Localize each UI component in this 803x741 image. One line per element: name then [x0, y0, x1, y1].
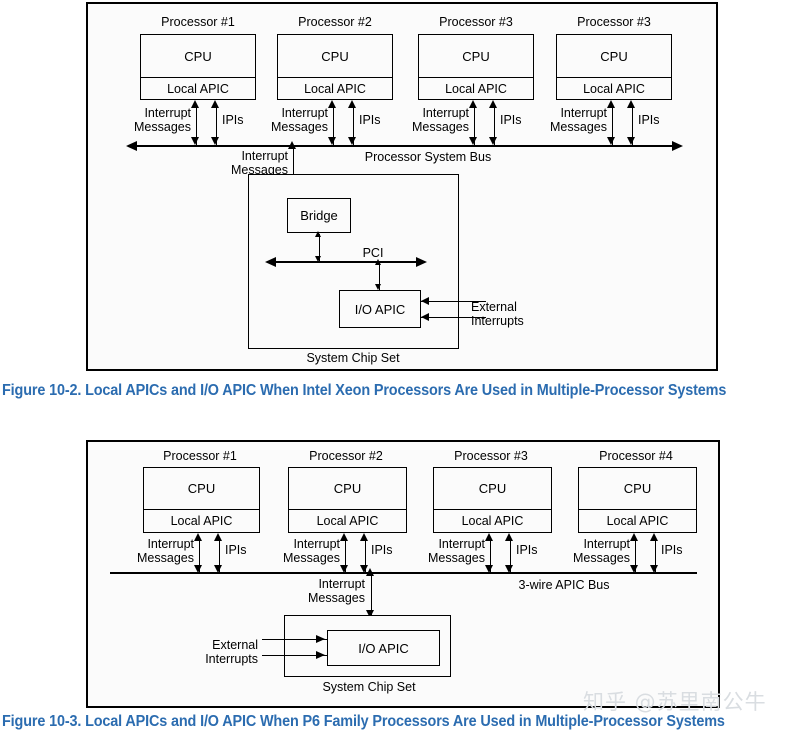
arrowhead-down-icon	[348, 137, 357, 145]
arrowhead-down-icon	[191, 137, 200, 145]
local-apic-box: Local APIC	[433, 509, 552, 533]
ipis-label: IPIs	[371, 543, 393, 557]
arrowhead-up-icon	[211, 100, 220, 108]
pci-bus-line	[276, 261, 416, 263]
apic-bus-line	[110, 572, 697, 574]
arrowhead-left-icon	[126, 140, 137, 151]
ipis-label: IPIs	[661, 543, 683, 557]
arrowhead-up-icon	[315, 231, 322, 237]
document-page: Processor #1 CPU Local APIC Interrupt Me…	[0, 0, 803, 741]
arrowhead-up-icon	[489, 100, 498, 108]
arrowhead-up-icon	[607, 100, 616, 108]
local-apic-box: Local APIC	[143, 509, 260, 533]
cpu-box: CPU	[140, 34, 256, 78]
interrupt-messages-label: Interrupt Messages	[271, 106, 328, 134]
bridge-box: Bridge	[287, 198, 351, 233]
arrowhead-up-icon	[485, 533, 494, 541]
processor-title: Processor #4	[599, 449, 673, 463]
io-apic-box: I/O APIC	[327, 630, 440, 666]
local-apic-box: Local APIC	[277, 77, 393, 100]
interrupt-messages-label: Interrupt Messages	[550, 106, 607, 134]
figure-10-2-diagram: Processor #1 CPU Local APIC Interrupt Me…	[86, 2, 718, 371]
arrowhead-left-icon	[265, 256, 276, 267]
cpu-box: CPU	[277, 34, 393, 78]
cpu-box: CPU	[433, 467, 552, 510]
arrowhead-right-icon	[672, 140, 683, 151]
processor-title: Processor #1	[161, 15, 235, 29]
interrupt-messages-label: Interrupt Messages	[134, 106, 191, 134]
processor-title: Processor #2	[298, 15, 372, 29]
arrowhead-right-icon	[316, 650, 325, 659]
arrowhead-down-icon	[469, 137, 478, 145]
interrupt-messages-label: Interrupt Messages	[137, 537, 194, 565]
io-apic-box: I/O APIC	[339, 290, 421, 328]
processor-title: Processor #3	[439, 15, 513, 29]
processor-title: Processor #3	[454, 449, 528, 463]
external-interrupts-label: External Interrupts	[205, 638, 258, 666]
figure-10-3-diagram: Processor #1 CPU Local APIC Interrupt Me…	[86, 440, 720, 708]
local-apic-box: Local APIC	[140, 77, 256, 100]
interrupt-messages-label: Interrupt Messages	[412, 106, 469, 134]
arrowhead-right-icon	[316, 634, 325, 643]
apic-bus-label: 3-wire APIC Bus	[518, 578, 610, 592]
local-apic-box: Local APIC	[578, 509, 697, 533]
ipis-label: IPIs	[638, 113, 660, 127]
arrowhead-up-icon	[328, 100, 337, 108]
local-apic-box: Local APIC	[556, 77, 672, 100]
interrupt-messages-label: Interrupt Messages	[428, 537, 485, 565]
ipis-label: IPIs	[225, 543, 247, 557]
arrowhead-left-icon	[421, 296, 429, 305]
arrowhead-up-icon	[340, 533, 349, 541]
bridge-interrupt-messages-label: Interrupt Messages	[231, 149, 288, 177]
arrowhead-down-icon	[627, 137, 636, 145]
arrowhead-right-icon	[416, 256, 427, 267]
interrupt-messages-label: Interrupt Messages	[573, 537, 630, 565]
arrowhead-down-icon	[211, 137, 220, 145]
external-interrupts-label: External Interrupts	[471, 300, 524, 328]
arrowhead-up-icon	[194, 533, 203, 541]
cpu-box: CPU	[143, 467, 260, 510]
arrowhead-up-icon	[630, 533, 639, 541]
processor-title: Processor #1	[163, 449, 237, 463]
processor-system-bus-line	[137, 145, 672, 147]
arrowhead-up-icon	[505, 533, 514, 541]
ipis-label: IPIs	[359, 113, 381, 127]
arrowhead-left-icon	[421, 312, 429, 321]
arrowhead-up-icon	[469, 100, 478, 108]
local-apic-box: Local APIC	[288, 509, 407, 533]
arrowhead-down-icon	[607, 137, 616, 145]
local-apic-box: Local APIC	[418, 77, 534, 100]
figure-10-2-caption: Figure 10-2. Local APICs and I/O APIC Wh…	[2, 382, 727, 399]
processor-title: Processor #3	[577, 15, 651, 29]
ipis-label: IPIs	[222, 113, 244, 127]
system-chip-set-label: System Chip Set	[322, 680, 416, 694]
system-chip-set-label: System Chip Set	[306, 351, 400, 365]
cpu-box: CPU	[288, 467, 407, 510]
cpu-box: CPU	[556, 34, 672, 78]
cpu-box: CPU	[418, 34, 534, 78]
processor-title: Processor #2	[309, 449, 383, 463]
arrowhead-down-icon	[489, 137, 498, 145]
arrowhead-up-icon	[348, 100, 357, 108]
arrowhead-up-icon	[288, 141, 297, 149]
cpu-box: CPU	[578, 467, 697, 510]
arrowhead-up-icon	[360, 533, 369, 541]
ipis-label: IPIs	[516, 543, 538, 557]
processor-system-bus-label: Processor System Bus	[364, 150, 492, 164]
arrowhead-up-icon	[375, 259, 382, 265]
zhihu-watermark: 知乎 @苏里南公牛	[583, 690, 767, 714]
arrowhead-up-icon	[191, 100, 200, 108]
interrupt-messages-label: Interrupt Messages	[283, 537, 340, 565]
arrowhead-up-icon	[366, 568, 375, 576]
arrowhead-up-icon	[214, 533, 223, 541]
arrowhead-up-icon	[650, 533, 659, 541]
arrowhead-down-icon	[328, 137, 337, 145]
ipis-label: IPIs	[500, 113, 522, 127]
chipset-interrupt-messages-label: Interrupt Messages	[308, 577, 365, 605]
arrowhead-up-icon	[627, 100, 636, 108]
